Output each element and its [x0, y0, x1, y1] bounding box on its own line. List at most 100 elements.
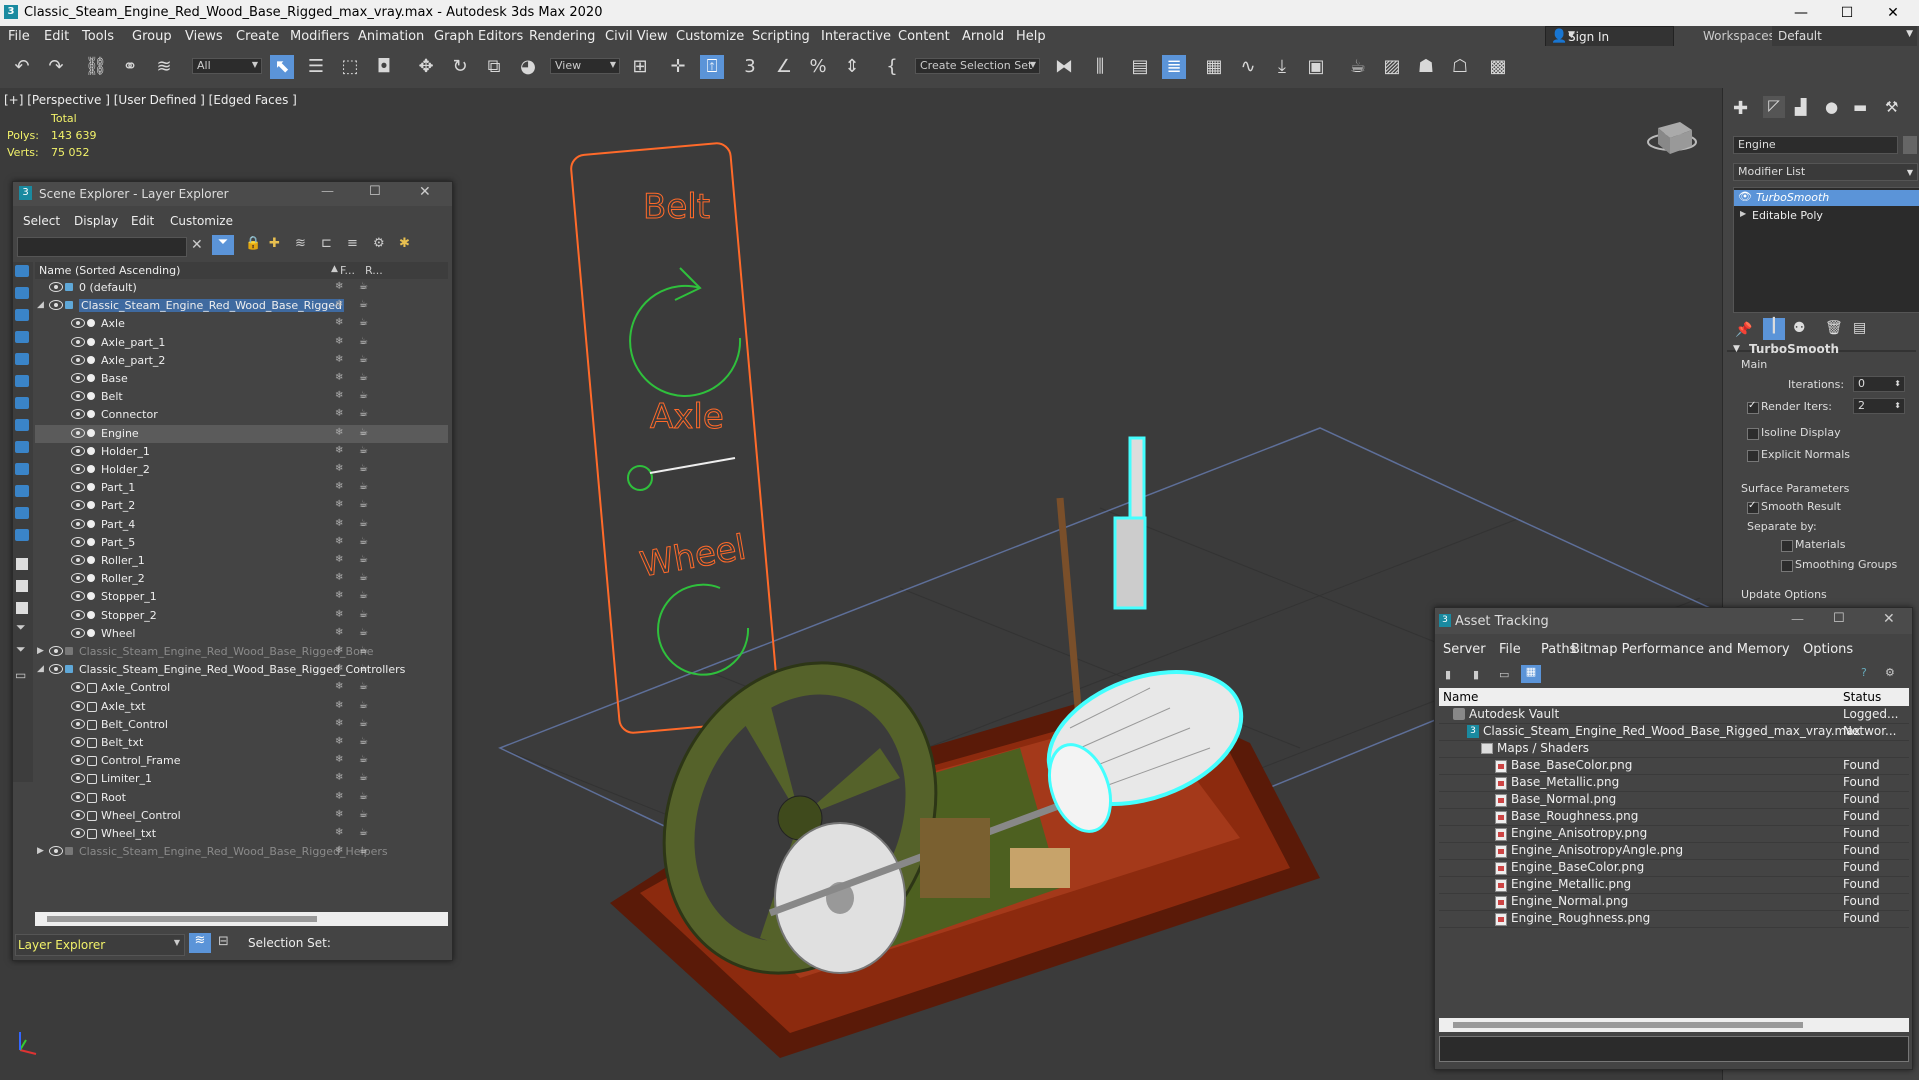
- layers-icon[interactable]: ≡: [347, 236, 358, 251]
- spinner-arrows-icon[interactable]: ⬍: [1894, 399, 1901, 413]
- table-view-icon[interactable]: ▦: [1521, 665, 1541, 683]
- maximize-icon[interactable]: ☐: [1833, 611, 1845, 626]
- snaps-toggle-icon[interactable]: 3: [738, 55, 762, 79]
- lock-icon[interactable]: 🔒: [245, 236, 261, 251]
- smooth-result-checkbox[interactable]: ✓: [1747, 500, 1759, 514]
- object-row[interactable]: Base ❄ ☕: [35, 370, 448, 388]
- menu-rendering[interactable]: Rendering: [529, 29, 595, 44]
- sign-in-dropdown[interactable]: 👤 Sign In ▼: [1545, 26, 1674, 48]
- renderable-icon[interactable]: ☕: [359, 299, 368, 310]
- collapse-arrow-icon[interactable]: ▼: [1733, 344, 1740, 354]
- renderable-icon[interactable]: ☕: [359, 408, 368, 419]
- asset-menu-server[interactable]: Server: [1443, 642, 1486, 657]
- renderable-icon[interactable]: ☕: [359, 372, 368, 383]
- expand-arrow-icon[interactable]: ▶: [37, 646, 44, 656]
- object-row[interactable]: Axle_part_1 ❄ ☕: [35, 334, 448, 352]
- object-name-field[interactable]: Engine: [1733, 136, 1898, 154]
- motion-tab-icon[interactable]: ●: [1825, 98, 1838, 116]
- expand-arrow-icon[interactable]: ▶: [1740, 209, 1746, 218]
- visibility-eye-icon[interactable]: [49, 846, 63, 857]
- display-frozen-icon[interactable]: [15, 485, 29, 497]
- visibility-eye-icon[interactable]: [49, 300, 63, 311]
- pin-stack-icon[interactable]: 📌: [1735, 322, 1752, 338]
- pivot-center-icon[interactable]: ⊞: [628, 55, 652, 79]
- menu-interactive[interactable]: Interactive: [821, 29, 891, 44]
- iterations-spinner[interactable]: 0 ⬍: [1853, 376, 1905, 392]
- visibility-eye-icon[interactable]: [71, 555, 85, 565]
- column-name[interactable]: Name (Sorted Ascending): [39, 264, 180, 277]
- asset-row[interactable]: Maps / Shaders: [1439, 740, 1909, 758]
- object-row[interactable]: Axle_part_2 ❄ ☕: [35, 352, 448, 370]
- renderable-icon[interactable]: ☕: [359, 827, 368, 838]
- object-row[interactable]: Axle_txt ❄ ☕: [35, 698, 448, 716]
- freeze-icon[interactable]: ❄: [335, 427, 343, 438]
- object-row[interactable]: Root ❄ ☕: [35, 789, 448, 807]
- visibility-eye-icon[interactable]: [71, 700, 85, 711]
- freeze-icon[interactable]: ❄: [335, 809, 343, 820]
- display-spacewarps-icon[interactable]: [15, 375, 29, 387]
- collapse-arrow-icon[interactable]: ◢: [37, 300, 44, 310]
- menu-tools[interactable]: Tools: [82, 29, 114, 44]
- viewport-label-menu[interactable]: [+] [Perspective ] [User Defined ] [Edge…: [4, 93, 297, 107]
- freeze-icon[interactable]: ❄: [335, 736, 343, 747]
- isolate-icon[interactable]: ⚙: [373, 236, 385, 251]
- object-row[interactable]: Holder_2 ❄ ☕: [35, 461, 448, 479]
- freeze-icon[interactable]: ❄: [335, 445, 343, 456]
- place-icon[interactable]: ◕: [516, 55, 540, 79]
- scrollbar-thumb[interactable]: [1453, 1022, 1803, 1028]
- spinner-snap-icon[interactable]: ⇕: [840, 55, 864, 79]
- eye-icon[interactable]: 👁: [1738, 190, 1752, 203]
- render-iterative-icon[interactable]: ☖: [1448, 55, 1472, 79]
- render-production-icon[interactable]: ☗: [1414, 55, 1438, 79]
- keyboard-shortcut-override-icon[interactable]: ⍐: [700, 55, 724, 79]
- visibility-eye-icon[interactable]: [71, 336, 85, 347]
- display-containers-icon[interactable]: [15, 463, 29, 475]
- object-row[interactable]: Wheel ❄ ☕: [35, 625, 448, 643]
- add-to-layer-icon[interactable]: ≋: [295, 236, 306, 251]
- refresh-icon[interactable]: ▭: [1499, 668, 1509, 681]
- visibility-eye-icon[interactable]: [49, 664, 63, 675]
- renderable-icon[interactable]: ☕: [359, 572, 368, 583]
- freeze-icon[interactable]: ❄: [335, 845, 343, 856]
- visibility-eye-icon[interactable]: [71, 373, 85, 383]
- freeze-icon[interactable]: ❄: [335, 827, 343, 838]
- renderable-icon[interactable]: ☕: [359, 463, 368, 474]
- scene-menu-customize[interactable]: Customize: [170, 214, 233, 228]
- align-icon[interactable]: ⫼: [1088, 55, 1112, 79]
- asset-row[interactable]: Engine_Normal.png Found: [1439, 893, 1909, 911]
- display-helpers-icon[interactable]: [15, 353, 29, 365]
- scene-search-input[interactable]: [17, 237, 187, 257]
- spinner-arrows-icon[interactable]: ⬍: [1894, 377, 1901, 391]
- freeze-icon[interactable]: ❄: [335, 354, 343, 365]
- scene-explorer-titlebar[interactable]: 3 Scene Explorer - Layer Explorer — ☐ ✕: [13, 182, 452, 206]
- renderable-icon[interactable]: ☕: [359, 809, 368, 820]
- asset-row[interactable]: Base_Metallic.png Found: [1439, 774, 1909, 792]
- object-row[interactable]: Limiter_1 ❄ ☕: [35, 770, 448, 788]
- object-color-swatch[interactable]: [1903, 136, 1917, 154]
- percent-snap-icon[interactable]: %: [806, 55, 830, 79]
- menu-create[interactable]: Create: [236, 29, 279, 44]
- visibility-eye-icon[interactable]: [71, 464, 85, 474]
- display-geometry-icon[interactable]: [15, 265, 29, 277]
- column-name[interactable]: Name: [1443, 690, 1478, 704]
- visibility-eye-icon[interactable]: [71, 354, 85, 365]
- asset-row[interactable]: Autodesk Vault Logged...: [1439, 706, 1909, 724]
- menu-modifiers[interactable]: Modifiers: [290, 29, 349, 44]
- object-row[interactable]: Stopper_2 ❄ ☕: [35, 607, 448, 625]
- renderable-icon[interactable]: ☕: [359, 681, 368, 692]
- materials-checkbox[interactable]: [1781, 540, 1793, 552]
- layer-row[interactable]: ▶ Classic_Steam_Engine_Red_Wood_Base_Rigg…: [35, 643, 448, 661]
- vault-logout-icon[interactable]: ▮: [1473, 668, 1479, 681]
- renderable-icon[interactable]: ☕: [359, 627, 368, 638]
- visibility-eye-icon[interactable]: [71, 828, 85, 838]
- toggle-layer-explorer-icon[interactable]: ≣: [1162, 55, 1186, 79]
- freeze-icon[interactable]: ❄: [335, 499, 343, 510]
- invert-display-icon[interactable]: [16, 602, 28, 614]
- rendered-frame-window-icon[interactable]: ▨: [1380, 55, 1404, 79]
- renderable-icon[interactable]: ☕: [359, 718, 368, 729]
- maximize-icon[interactable]: ☐: [369, 184, 381, 199]
- visibility-eye-icon[interactable]: [71, 518, 85, 529]
- freeze-icon[interactable]: ❄: [335, 754, 343, 765]
- freeze-icon[interactable]: ❄: [335, 627, 343, 638]
- object-row[interactable]: Part_4 ❄ ☕: [35, 516, 448, 534]
